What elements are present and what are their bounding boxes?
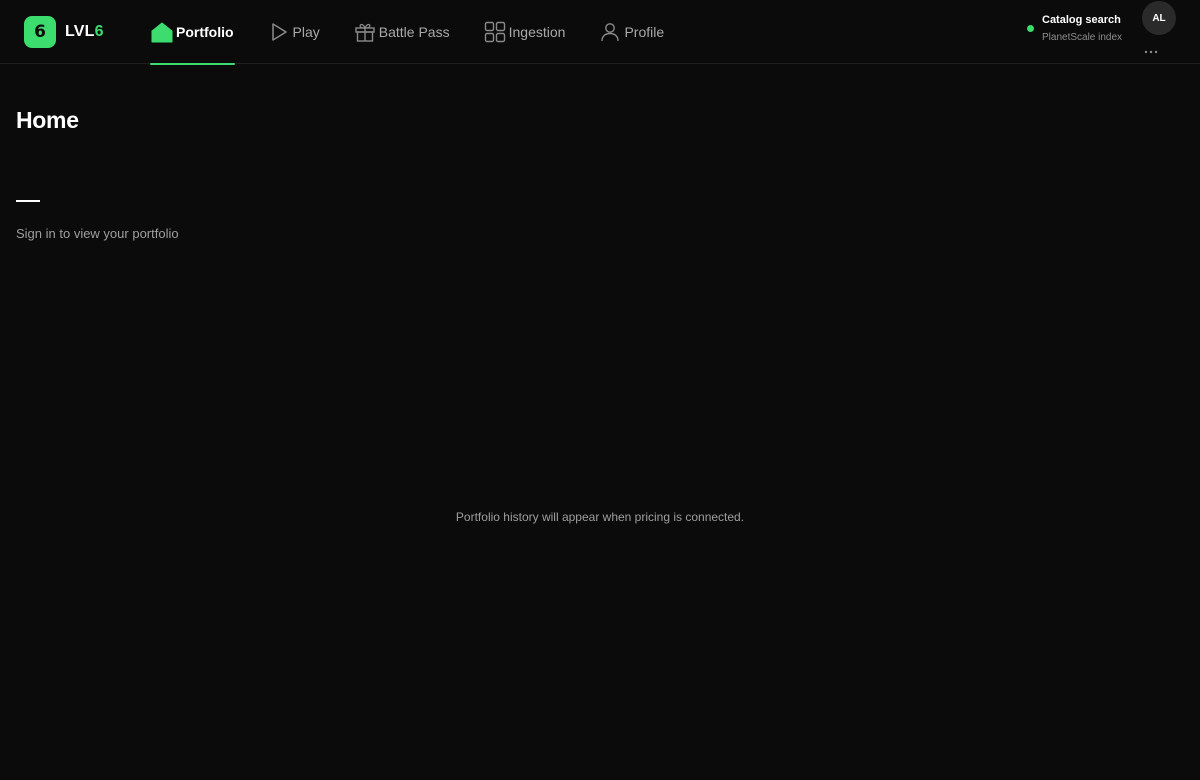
status-dot-icon — [1027, 25, 1034, 32]
catalog-search-title: Catalog search — [1042, 14, 1121, 26]
brand-name-prefix: LVL — [65, 23, 95, 40]
nav-item-battle-pass[interactable]: Battle Pass — [353, 0, 451, 64]
brand-name-suffix: 6 — [94, 23, 104, 40]
nav-item-profile[interactable]: Profile — [598, 0, 665, 64]
top-navigation-bar: 6 LVL 6 Portfolio Play Battle Pass Inges… — [0, 0, 1200, 65]
signin-message: Sign in to view your portfolio — [16, 226, 179, 241]
nav-item-label: Portfolio — [176, 24, 234, 40]
portfolio-value-placeholder — [16, 200, 40, 202]
chart-empty-message: Portfolio history will appear when prici… — [455, 510, 745, 524]
nav-item-portfolio[interactable]: Portfolio — [150, 0, 235, 65]
catalog-search-text: Catalog search PlanetScale index — [1042, 14, 1122, 43]
nav-item-label: Play — [292, 24, 320, 40]
portfolio-history-chart: Portfolio history will appear when prici… — [16, 260, 1184, 780]
home-icon — [151, 21, 173, 43]
nav-item-label: Battle Pass — [378, 24, 450, 40]
brand-logo[interactable]: 6 LVL 6 — [24, 16, 104, 48]
page-title: Home — [16, 107, 79, 133]
brand-name: LVL 6 — [65, 23, 104, 41]
nav-item-label: Profile — [624, 24, 665, 40]
main-nav: Portfolio Play Battle Pass Ingestion Pro… — [150, 0, 697, 65]
nav-item-play[interactable]: Play — [267, 0, 321, 64]
nav-item-label: Ingestion — [508, 24, 566, 40]
catalog-search-status[interactable]: Catalog search PlanetScale index — [1027, 14, 1122, 43]
more-options-icon[interactable] — [1143, 44, 1159, 60]
catalog-search-subtitle: PlanetScale index — [1042, 32, 1123, 43]
user-icon — [599, 21, 621, 43]
gift-icon — [354, 21, 376, 43]
user-avatar[interactable]: AL — [1142, 1, 1176, 35]
brand-badge-icon: 6 — [24, 16, 56, 48]
grid-icon — [484, 21, 506, 43]
nav-item-ingestion[interactable]: Ingestion — [483, 0, 567, 64]
play-icon — [268, 21, 290, 43]
